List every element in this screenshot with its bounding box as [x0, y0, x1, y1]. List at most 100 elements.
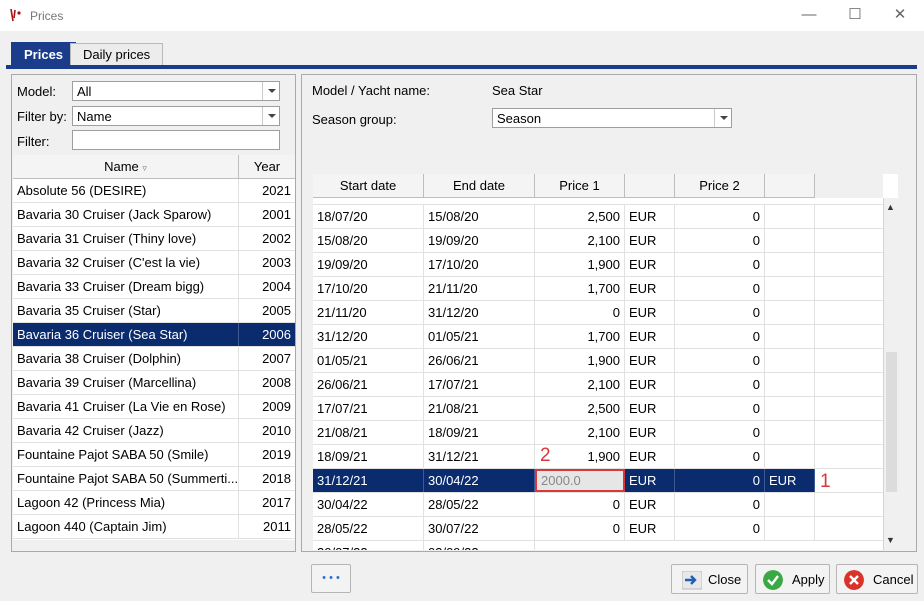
currency-1-cell[interactable]: EUR	[625, 301, 675, 324]
start-date-cell[interactable]: 31/12/21	[313, 469, 424, 492]
end-date-cell[interactable]: 26/06/21	[424, 349, 535, 372]
more-options-button[interactable]: • • •	[311, 564, 351, 593]
start-date-cell[interactable]: 31/12/20	[313, 325, 424, 348]
price-2-cell[interactable]: 0	[675, 421, 765, 444]
price-1-cell[interactable]: 1,900	[535, 253, 625, 276]
filter-input[interactable]	[72, 130, 280, 150]
model-list-row[interactable]: Lagoon 440 (Captain Jim) 2011	[13, 515, 295, 539]
currency-2-cell[interactable]	[765, 373, 815, 396]
price-1-edit-field[interactable]: 2000.0	[535, 469, 625, 492]
price-row-partial[interactable]: 30/07/2203/09/22	[313, 541, 883, 550]
start-date-cell[interactable]: 18/07/20	[313, 205, 424, 228]
end-date-cell[interactable]: 30/07/22	[424, 517, 535, 540]
currency-1-cell[interactable]: EUR	[625, 397, 675, 420]
currency-1-cell[interactable]: EUR	[625, 421, 675, 444]
price-row[interactable]: 17/07/21 21/08/21 2,500 EUR 0	[313, 397, 883, 421]
price-row[interactable]: 31/12/20 01/05/21 1,700 EUR 0	[313, 325, 883, 349]
price-1-cell[interactable]: 2,500	[535, 397, 625, 420]
currency-2-cell[interactable]	[765, 253, 815, 276]
end-date-cell[interactable]: 18/09/21	[424, 421, 535, 444]
price-row[interactable]: 18/07/20 15/08/20 2,500 EUR 0	[313, 205, 883, 229]
currency-1-cell[interactable]: EUR	[625, 493, 675, 516]
scrollbar-thumb[interactable]	[886, 352, 897, 492]
column-header-year[interactable]: Year	[239, 155, 295, 179]
currency-1-cell[interactable]: EUR	[625, 277, 675, 300]
price-2-cell[interactable]: 0	[675, 349, 765, 372]
price-1-cell[interactable]: 1,700	[535, 277, 625, 300]
price-1-cell[interactable]: 0	[535, 301, 625, 324]
price-2-cell[interactable]: 0	[675, 325, 765, 348]
start-date-cell[interactable]: 18/09/21	[313, 445, 424, 468]
currency-1-cell[interactable]: EUR	[625, 349, 675, 372]
model-list-row[interactable]: Fountaine Pajot SABA 50 (Summerti... 2018	[13, 467, 295, 491]
end-date-cell[interactable]: 31/12/20	[424, 301, 535, 324]
model-list-row[interactable]: Bavaria 31 Cruiser (Thiny love) 2002	[13, 227, 295, 251]
currency-1-cell[interactable]: EUR	[625, 325, 675, 348]
price-1-cell[interactable]: 2,500	[535, 205, 625, 228]
chevron-down-icon[interactable]	[714, 109, 731, 127]
end-date-cell[interactable]: 17/10/20	[424, 253, 535, 276]
price-2-cell[interactable]: 0	[675, 493, 765, 516]
price-row[interactable]: 19/09/20 17/10/20 1,900 EUR 0	[313, 253, 883, 277]
start-date-cell[interactable]: 19/09/20	[313, 253, 424, 276]
currency-2-cell[interactable]	[765, 445, 815, 468]
start-date-cell[interactable]: 21/11/20	[313, 301, 424, 324]
currency-2-cell[interactable]	[765, 229, 815, 252]
currency-1-cell[interactable]: EUR	[625, 445, 675, 468]
maximize-button[interactable]: ☐	[843, 4, 867, 26]
start-date-cell[interactable]: 28/05/22	[313, 517, 424, 540]
price-1-cell[interactable]: 0	[535, 517, 625, 540]
end-date-cell[interactable]: 17/07/21	[424, 373, 535, 396]
price-row[interactable]: 15/08/20 19/09/20 2,100 EUR 0	[313, 229, 883, 253]
start-date-cell[interactable]: 30/04/22	[313, 493, 424, 516]
currency-2-cell[interactable]	[765, 301, 815, 324]
end-date-cell[interactable]: 01/05/21	[424, 325, 535, 348]
price-row[interactable]: 21/08/21 18/09/21 2,100 EUR 0	[313, 421, 883, 445]
column-header-currency-1[interactable]	[625, 174, 675, 198]
start-date-cell[interactable]: 01/05/21	[313, 349, 424, 372]
price-1-cell[interactable]: 1,900	[535, 349, 625, 372]
column-header-currency-2[interactable]	[765, 174, 815, 198]
column-header-name[interactable]: Name ▿	[13, 155, 239, 179]
column-header-price-1[interactable]: Price 1	[535, 174, 625, 198]
price-row[interactable]: 31/12/21 30/04/22 2000.0 EUR 0 EUR	[313, 469, 883, 493]
season-group-select[interactable]: Season	[492, 108, 732, 128]
currency-2-cell[interactable]	[765, 325, 815, 348]
model-list-row[interactable]: Bavaria 41 Cruiser (La Vie en Rose) 2009	[13, 395, 295, 419]
model-list-row[interactable]: Bavaria 30 Cruiser (Jack Sparow) 2001	[13, 203, 295, 227]
currency-1-cell[interactable]: EUR	[625, 469, 675, 492]
price-row[interactable]: 17/10/20 21/11/20 1,700 EUR 0	[313, 277, 883, 301]
currency-2-cell[interactable]	[765, 493, 815, 516]
column-header-price-2[interactable]: Price 2	[675, 174, 765, 198]
currency-2-cell[interactable]	[765, 517, 815, 540]
price-1-cell[interactable]: 2,100	[535, 229, 625, 252]
currency-2-cell[interactable]	[765, 349, 815, 372]
vertical-scrollbar[interactable]: ▲ ▼	[883, 198, 898, 550]
price-2-cell[interactable]: 0	[675, 445, 765, 468]
price-1-cell[interactable]: 2,100	[535, 421, 625, 444]
scroll-down-icon[interactable]: ▼	[886, 535, 895, 545]
price-row[interactable]: 18/09/21 31/12/21 1,900 EUR 0	[313, 445, 883, 469]
price-2-cell[interactable]: 0	[675, 205, 765, 228]
model-list-row[interactable]: Fountaine Pajot SABA 50 (Smile) 2019	[13, 443, 295, 467]
currency-1-cell[interactable]: EUR	[625, 229, 675, 252]
currency-1-cell[interactable]: EUR	[625, 373, 675, 396]
model-list-row[interactable]: Bavaria 35 Cruiser (Star) 2005	[13, 299, 295, 323]
price-row[interactable]: 01/05/21 26/06/21 1,900 EUR 0	[313, 349, 883, 373]
model-list-row[interactable]: Bavaria 42 Cruiser (Jazz) 2010	[13, 419, 295, 443]
price-row[interactable]: 30/04/22 28/05/22 0 EUR 0	[313, 493, 883, 517]
model-list-row[interactable]: Lagoon 42 (Princess Mia) 2017	[13, 491, 295, 515]
start-date-cell[interactable]: 26/06/21	[313, 373, 424, 396]
scroll-up-icon[interactable]: ▲	[886, 202, 895, 212]
cancel-button[interactable]: Cancel	[836, 564, 918, 594]
price-1-cell[interactable]: 1,700	[535, 325, 625, 348]
start-date-cell[interactable]: 15/08/20	[313, 229, 424, 252]
price-row[interactable]: 26/06/21 17/07/21 2,100 EUR 0	[313, 373, 883, 397]
currency-2-cell[interactable]	[765, 277, 815, 300]
price-2-cell[interactable]: 0	[675, 469, 765, 492]
price-2-cell[interactable]: 0	[675, 253, 765, 276]
model-list-row[interactable]: Bavaria 36 Cruiser (Sea Star) 2006	[13, 323, 295, 347]
end-date-cell[interactable]: 30/04/22	[424, 469, 535, 492]
end-date-cell[interactable]: 21/11/20	[424, 277, 535, 300]
price-row[interactable]: 21/11/20 31/12/20 0 EUR 0	[313, 301, 883, 325]
